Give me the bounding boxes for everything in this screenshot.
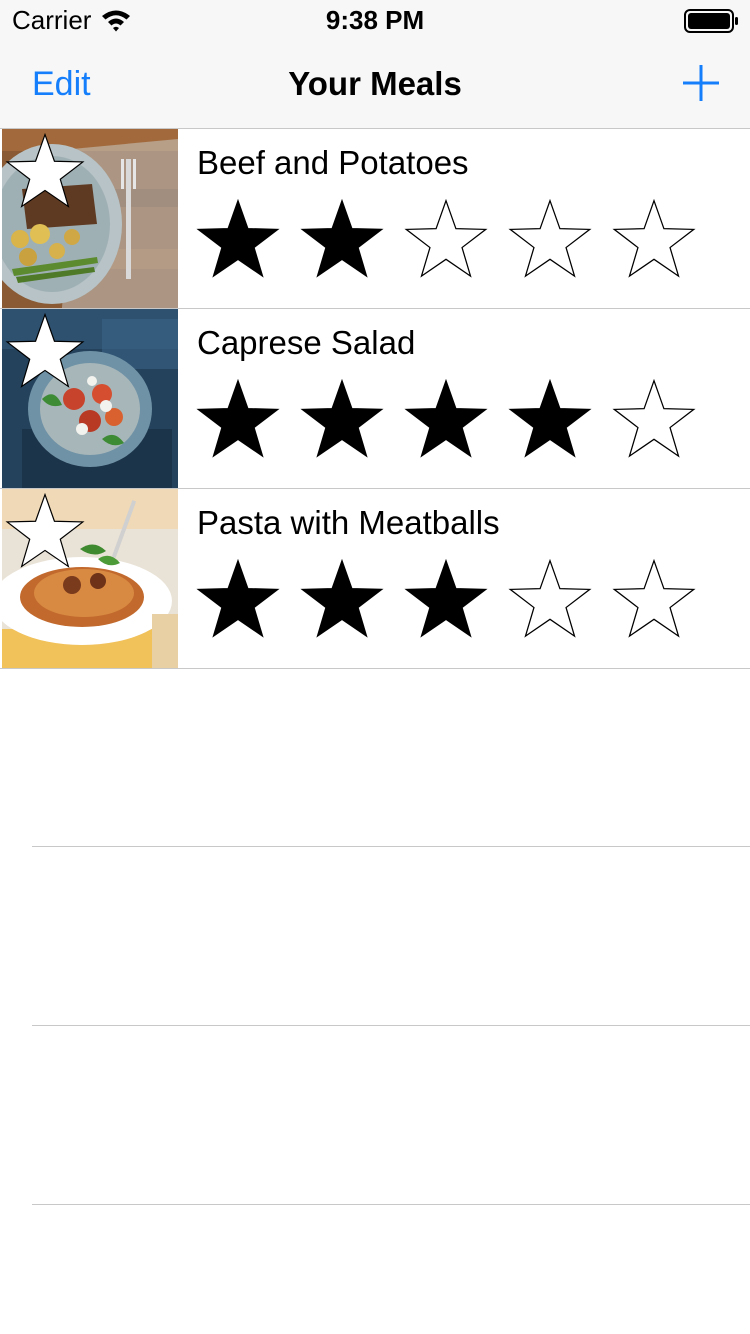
empty-row	[0, 847, 750, 1026]
empty-row	[0, 1026, 750, 1205]
filled-star-icon[interactable]	[196, 379, 280, 463]
rating-control[interactable]	[196, 199, 716, 283]
plus-icon[interactable]	[680, 62, 722, 104]
meal-name: Beef and Potatoes	[197, 144, 469, 181]
filled-star-icon[interactable]	[300, 199, 384, 283]
meal-row[interactable]: Beef and Potatoes	[0, 129, 750, 309]
meal-table: Beef and Potatoes Caprese Salad Pasta wi…	[0, 129, 750, 669]
status-time: 9:38 PM	[325, 5, 425, 35]
rating-control[interactable]	[196, 559, 716, 643]
empty-star-icon[interactable]	[612, 199, 696, 283]
rating-control[interactable]	[196, 379, 716, 463]
empty-star-icon[interactable]	[612, 559, 696, 643]
meal-name: Caprese Salad	[197, 324, 416, 361]
empty-table-area	[0, 668, 750, 1205]
empty-row	[0, 668, 750, 847]
filled-star-icon[interactable]	[196, 559, 280, 643]
empty-star-icon[interactable]	[404, 199, 488, 283]
photo-placeholder-star-icon	[5, 493, 85, 568]
meal-row[interactable]: Pasta with Meatballs	[0, 489, 750, 669]
empty-star-icon[interactable]	[508, 199, 592, 283]
filled-star-icon[interactable]	[508, 379, 592, 463]
filled-star-icon[interactable]	[196, 199, 280, 283]
photo-placeholder-star-icon	[5, 133, 85, 208]
row-separator	[32, 1204, 750, 1205]
filled-star-icon[interactable]	[404, 559, 488, 643]
filled-star-icon[interactable]	[300, 559, 384, 643]
empty-star-icon[interactable]	[612, 379, 696, 463]
navigation-bar: Edit Your Meals	[0, 40, 750, 129]
meal-name: Pasta with Meatballs	[197, 504, 500, 541]
battery-icon	[684, 9, 738, 33]
filled-star-icon[interactable]	[300, 379, 384, 463]
empty-star-icon[interactable]	[508, 559, 592, 643]
photo-placeholder-star-icon	[5, 313, 85, 388]
status-bar: Carrier 9:38 PM	[0, 0, 750, 40]
filled-star-icon[interactable]	[404, 379, 488, 463]
page-title: Your Meals	[288, 65, 462, 102]
meal-row[interactable]: Caprese Salad	[0, 309, 750, 489]
